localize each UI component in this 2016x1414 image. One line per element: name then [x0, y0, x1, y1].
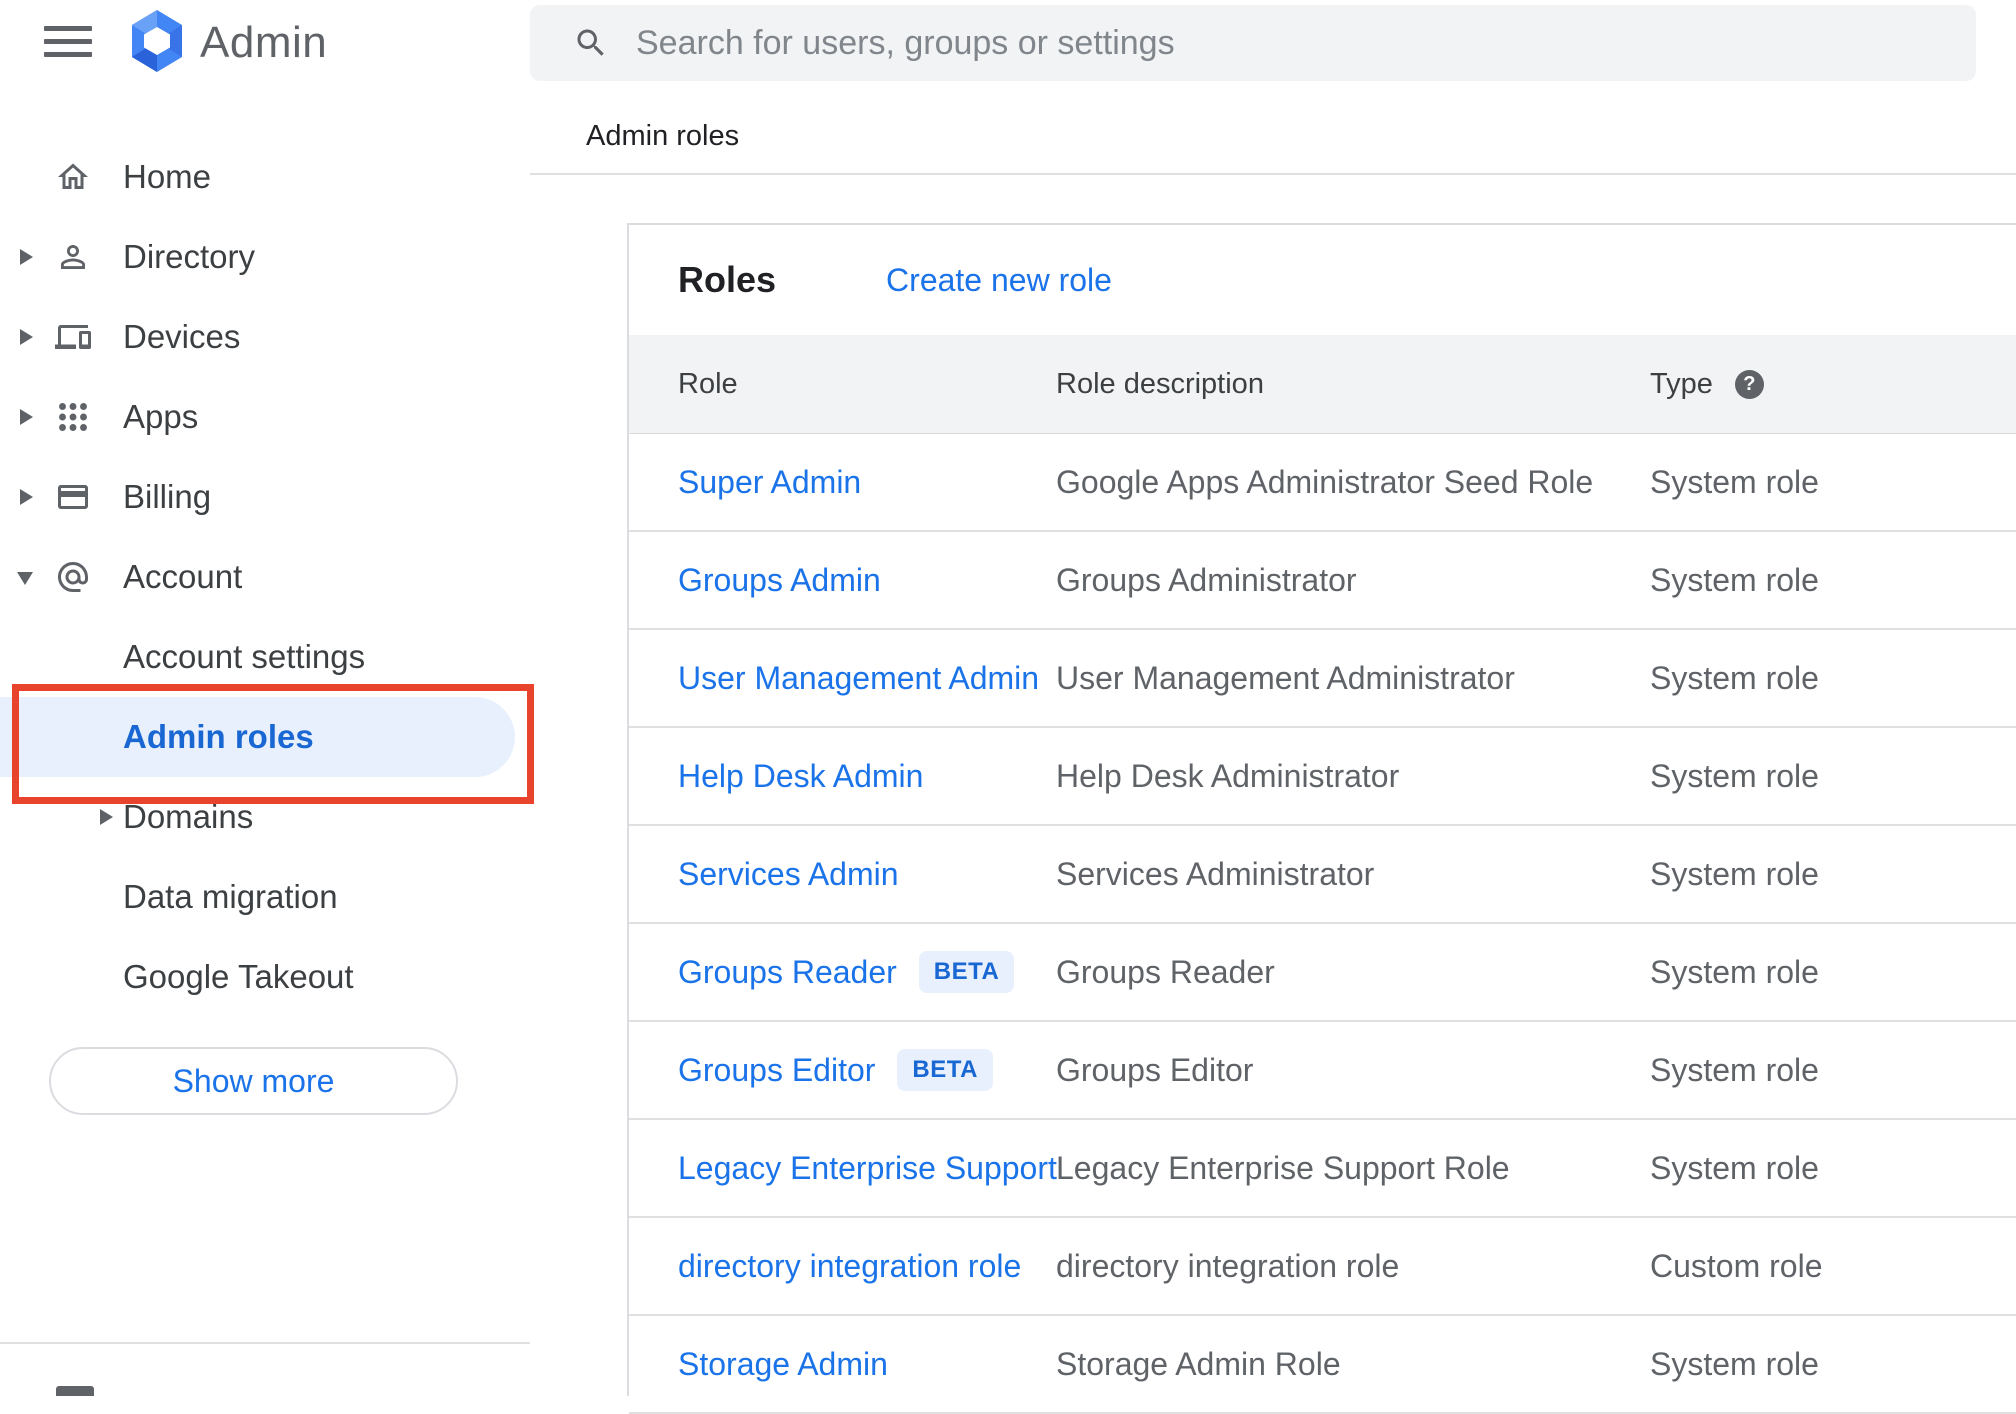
table-row: User Management Admin User Management Ad… [629, 630, 2016, 728]
role-type: System role [1650, 855, 1819, 892]
sidebar-item-devices[interactable]: Devices [0, 297, 530, 377]
breadcrumb-divider [530, 173, 2016, 175]
role-link[interactable]: Groups Admin [678, 532, 881, 628]
person-icon [55, 239, 91, 275]
sidebar-item-google-takeout[interactable]: Google Takeout [0, 937, 530, 1017]
column-header-type: Type ? [1650, 335, 1764, 434]
expand-right-icon[interactable] [20, 409, 33, 425]
table-row: Services Admin Services Administrator Sy… [629, 826, 2016, 924]
table-row: directory integration role directory int… [629, 1218, 2016, 1316]
role-type: System role [1650, 1345, 1819, 1382]
role-link[interactable]: User Management Admin [678, 630, 1039, 726]
partial-clipped-icon [56, 1386, 94, 1396]
credit-card-icon [55, 479, 91, 515]
table-header-row: Role Role description Type ? [629, 335, 2016, 434]
role-link[interactable]: Services Admin [678, 826, 899, 922]
role-description: Groups Administrator [1056, 561, 1357, 598]
home-icon [55, 159, 91, 195]
sidebar-item-admin-roles[interactable]: Admin roles [0, 697, 530, 777]
role-description: Legacy Enterprise Support Role [1056, 1149, 1510, 1186]
role-type: Custom role [1650, 1247, 1823, 1284]
roles-table-body: Super Admin Google Apps Administrator Se… [629, 434, 2016, 1414]
role-description: Storage Admin Role [1056, 1345, 1341, 1382]
show-more-button[interactable]: Show more [49, 1047, 458, 1115]
admin-console-page: Admin Admin roles Home Directory Devices [0, 0, 2016, 1414]
expand-right-icon[interactable] [20, 249, 33, 265]
at-icon [55, 559, 91, 595]
admin-logo[interactable]: Admin [128, 9, 328, 78]
role-type: System role [1650, 757, 1819, 794]
role-description: User Management Administrator [1056, 659, 1515, 696]
role-link[interactable]: Legacy Enterprise Support [678, 1120, 1057, 1216]
table-row: Legacy Enterprise Support Legacy Enterpr… [629, 1120, 2016, 1218]
role-description: Services Administrator [1056, 855, 1375, 892]
role-type: System role [1650, 953, 1819, 990]
help-icon[interactable]: ? [1734, 370, 1764, 399]
role-link[interactable]: Storage Admin [678, 1316, 888, 1412]
column-header-role: Role [678, 368, 738, 400]
role-description: Groups Editor [1056, 1051, 1254, 1088]
role-type: System role [1650, 1051, 1819, 1088]
search-icon [577, 29, 604, 56]
logo-text: Admin [200, 18, 328, 67]
expand-right-icon[interactable] [20, 489, 33, 505]
sidebar-item-billing[interactable]: Billing [0, 457, 530, 537]
role-type: System role [1650, 1149, 1819, 1186]
column-header-description: Role description [1056, 368, 1264, 400]
sidebar-item-home[interactable]: Home [0, 137, 530, 217]
table-row: Storage Admin Storage Admin Role System … [629, 1316, 2016, 1414]
table-row: Help Desk Admin Help Desk Administrator … [629, 728, 2016, 826]
role-type: System role [1650, 463, 1819, 500]
search-input[interactable] [636, 23, 1976, 63]
sidebar-item-domains[interactable]: Domains [0, 777, 530, 857]
sidebar-item-account[interactable]: Account [0, 537, 530, 617]
apps-grid-icon [55, 399, 91, 435]
role-link-with-badge[interactable]: Groups Reader BETA [678, 924, 1015, 1020]
table-row: Groups Admin Groups Administrator System… [629, 532, 2016, 630]
create-new-role-link[interactable]: Create new role [886, 262, 1112, 299]
table-row: Groups Editor BETA Groups Editor System … [629, 1022, 2016, 1120]
breadcrumb: Admin roles [586, 120, 740, 152]
beta-badge: BETA [897, 1049, 993, 1091]
sidebar-divider [0, 1342, 530, 1344]
devices-icon [55, 319, 91, 355]
sidebar-item-apps[interactable]: Apps [0, 377, 530, 457]
collapse-down-icon[interactable] [17, 572, 33, 585]
table-row: Groups Reader BETA Groups Reader System … [629, 924, 2016, 1022]
role-link-with-badge[interactable]: Groups Editor BETA [678, 1022, 993, 1118]
role-description: Help Desk Administrator [1056, 757, 1400, 794]
expand-right-icon[interactable] [100, 809, 113, 825]
role-type: System role [1650, 561, 1819, 598]
role-type: System role [1650, 659, 1819, 696]
roles-panel-header: Roles Create new role [629, 225, 2016, 335]
role-description: directory integration role [1056, 1247, 1400, 1284]
sidebar-item-directory[interactable]: Directory [0, 217, 530, 297]
expand-right-icon[interactable] [20, 329, 33, 345]
table-row: Super Admin Google Apps Administrator Se… [629, 434, 2016, 532]
search-bar[interactable] [530, 5, 1976, 81]
beta-badge: BETA [918, 951, 1015, 993]
roles-panel: Roles Create new role Role Role descript… [627, 223, 2016, 1414]
admin-hexagon-icon [128, 9, 186, 78]
panel-title: Roles [678, 259, 777, 300]
role-link[interactable]: Super Admin [678, 434, 861, 530]
role-link[interactable]: Help Desk Admin [678, 728, 923, 824]
sidebar-item-data-migration[interactable]: Data migration [0, 857, 530, 937]
menu-icon[interactable] [44, 26, 92, 57]
sidebar-item-account-settings[interactable]: Account settings [0, 617, 530, 697]
role-description: Google Apps Administrator Seed Role [1056, 463, 1594, 500]
role-description: Groups Reader [1056, 953, 1275, 990]
role-link[interactable]: directory integration role [678, 1218, 1021, 1314]
